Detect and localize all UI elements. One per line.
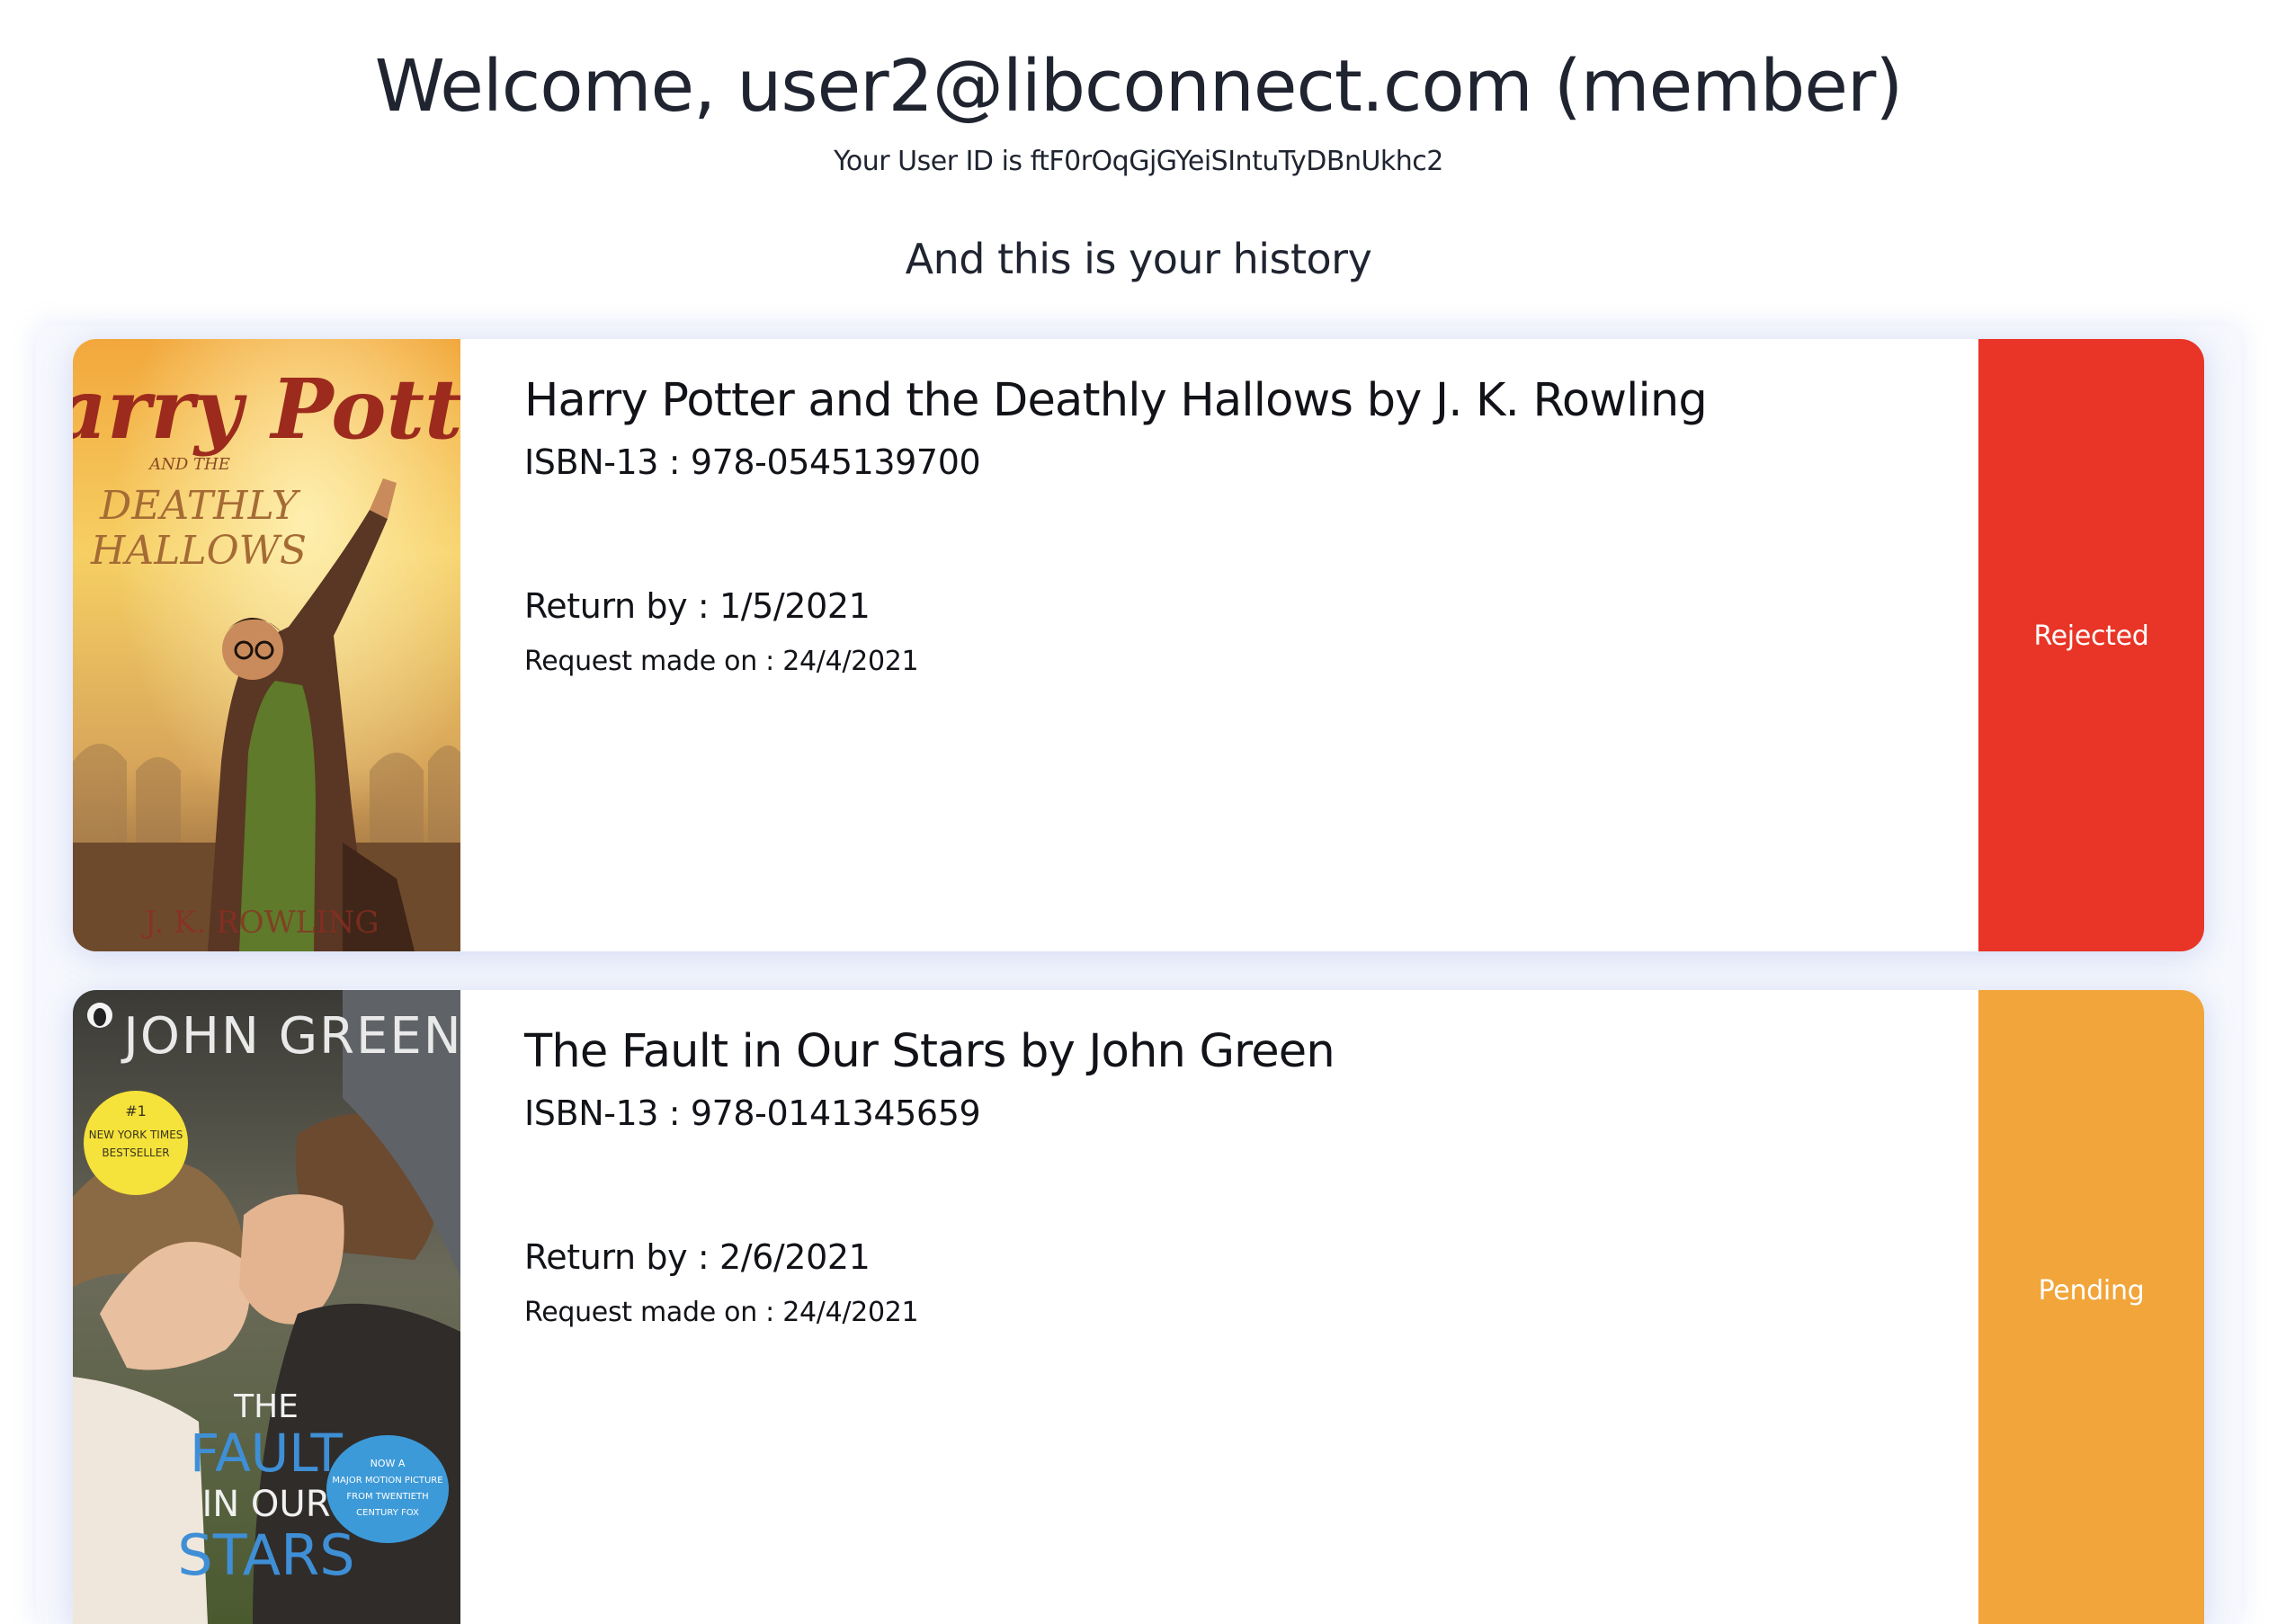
status-badge-pending: Pending: [1978, 990, 2204, 1624]
return-by-date: Return by : 1/5/2021: [524, 586, 871, 626]
return-by-date: Return by : 2/6/2021: [524, 1237, 871, 1277]
status-badge-rejected: Rejected: [1978, 339, 2204, 951]
cover-author-text: J. K. ROWLING: [142, 905, 380, 941]
tag-text: CENTURY FOX: [356, 1508, 419, 1518]
history-page: Welcome, user2@libconnect.com (member) Y…: [0, 0, 2277, 1624]
history-heading: And this is your history: [905, 235, 1372, 283]
cover-title-text: Harry Potter: [73, 361, 460, 458]
tag-text: MAJOR MOTION PICTURE: [332, 1476, 442, 1486]
history-card[interactable]: Harry Potter AND THE DEATHLY HALLOWS J. …: [73, 339, 2204, 951]
badge-text: #1: [125, 1102, 147, 1120]
request-date: Request made on : 24/4/2021: [524, 646, 919, 677]
book-title: Harry Potter and the Deathly Hallows by …: [524, 374, 1708, 427]
book-title: The Fault in Our Stars by John Green: [524, 1025, 1335, 1078]
history-card[interactable]: JOHN GREEN #1 NEW YORK TIMES BESTSELLER …: [73, 990, 2204, 1624]
book-cover-image: Harry Potter AND THE DEATHLY HALLOWS J. …: [73, 339, 460, 951]
book-isbn: ISBN-13 : 978-0141345659: [524, 1093, 981, 1133]
cover-author-text: JOHN GREEN: [121, 1007, 460, 1066]
tag-text: NOW A: [371, 1458, 406, 1469]
cover-subtitle-text: DEATHLY: [99, 483, 301, 529]
cover-title-text: THE: [233, 1388, 299, 1425]
harry-potter-cover-art: Harry Potter AND THE DEATHLY HALLOWS J. …: [73, 339, 460, 951]
badge-text: BESTSELLER: [102, 1147, 169, 1159]
request-date: Request made on : 24/4/2021: [524, 1297, 919, 1328]
welcome-heading: Welcome, user2@libconnect.com (member): [374, 45, 1903, 128]
user-id-text: Your User ID is ftF0rOqGjGYeiSIntuTyDBnU…: [834, 146, 1443, 177]
cover-title-text: STARS: [177, 1522, 354, 1588]
cover-title-text: IN OUR: [202, 1484, 331, 1525]
status-label: Pending: [2038, 1275, 2145, 1307]
movie-tag: [326, 1435, 449, 1543]
tag-text: FROM TWENTIETH: [346, 1492, 428, 1502]
book-cover-image: JOHN GREEN #1 NEW YORK TIMES BESTSELLER …: [73, 990, 460, 1624]
cover-subtitle-text: HALLOWS: [90, 528, 307, 574]
book-isbn: ISBN-13 : 978-0545139700: [524, 442, 981, 482]
cover-title-text: FAULT: [190, 1423, 343, 1484]
fault-in-our-stars-cover-art: JOHN GREEN #1 NEW YORK TIMES BESTSELLER …: [73, 990, 460, 1624]
cover-subtitle-text: AND THE: [147, 455, 230, 474]
badge-text: NEW YORK TIMES: [89, 1129, 183, 1141]
status-label: Rejected: [2033, 620, 2149, 652]
